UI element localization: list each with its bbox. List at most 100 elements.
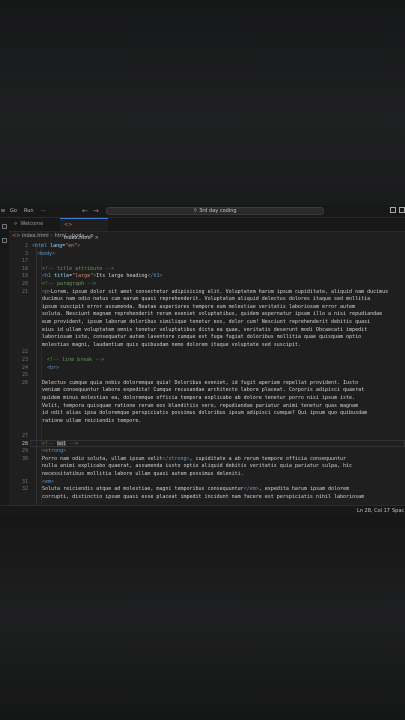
- layout-toggle-icon[interactable]: [390, 207, 396, 213]
- code-token: eum provident, ipsum laborum doloribus s…: [42, 319, 371, 325]
- code-line: <html lang="en">: [32, 243, 80, 250]
- code-token: title: [54, 273, 70, 280]
- code-line: Delectus cumque quia nobis doloremque qu…: [42, 380, 358, 387]
- html5-icon: <>: [64, 222, 73, 228]
- vscode-icon: ⟡: [14, 221, 18, 227]
- line-number: 28: [21, 440, 28, 447]
- code-token: molestias magni, laudantium quis quibusd…: [42, 341, 301, 348]
- code-token: bol: [57, 440, 67, 447]
- html5-icon: <>: [12, 233, 21, 239]
- code-token: "en": [65, 243, 78, 249]
- command-center-search[interactable]: ⚲ 3rd day coding: [106, 207, 324, 215]
- code-line: Velit, tempora quisquam ratione rerum eo…: [42, 403, 358, 410]
- menu-go[interactable]: Go: [10, 208, 17, 214]
- line-number: 30: [21, 455, 28, 462]
- code-line: <strong>: [42, 448, 66, 455]
- code-token: <!-- paragraph -->: [42, 281, 97, 287]
- chevron-right-icon: ›: [68, 233, 71, 239]
- code-token: eius id ullam voluptatem omnis tenetur v…: [42, 326, 368, 333]
- code-line: molestias magni, laudantium quis quibusd…: [42, 342, 301, 349]
- code-token: necessitatibus mollitia labore ullam qua…: [42, 471, 244, 477]
- forward-arrow-icon[interactable]: →: [93, 207, 99, 215]
- line-number: 3: [24, 250, 28, 257]
- line-number: 31: [21, 478, 28, 485]
- code-token: <!--: [42, 440, 58, 447]
- back-arrow-icon[interactable]: ←: [82, 207, 88, 215]
- code-token: lang: [50, 243, 63, 249]
- code-line: <em>: [42, 479, 54, 486]
- search-icon: ⚲: [193, 208, 198, 214]
- code-token: Porro nam odio soluta, ullam ipsum velit: [42, 455, 163, 462]
- code-line: ipsum suscipit error assumenda. Beatae a…: [42, 304, 355, 311]
- line-number: 18: [21, 265, 28, 272]
- code-line: <!-- paragraph -->: [42, 281, 96, 288]
- line-number: 29: [21, 448, 28, 455]
- code-line: ducimus nam odio natus cum earum quasi r…: [42, 296, 370, 303]
- breadcrumb: <> index.html › html › body › p: [12, 233, 94, 241]
- line-number: 17: [21, 258, 28, 265]
- code-token: strong: [45, 448, 64, 455]
- code-line: eum provident, ipsum laborum doloribus s…: [42, 319, 370, 326]
- menu-run[interactable]: Run: [24, 208, 34, 214]
- line-number: 25: [21, 372, 28, 379]
- line-number: 20: [21, 281, 28, 287]
- tab-label: Welcome: [20, 221, 44, 227]
- breadcrumb-item[interactable]: p: [90, 233, 93, 239]
- code-token: >: [159, 273, 163, 280]
- code-token: -->: [66, 440, 79, 447]
- tab-index-html[interactable]: <>index.html ×: [60, 218, 108, 241]
- code-line: <p>Lorem, ipsum dolor sit amet consectet…: [42, 289, 388, 296]
- code-line: laboriosam iste, consequatur autem laven…: [42, 334, 361, 341]
- panel-toggle-icon[interactable]: [399, 207, 405, 213]
- code-line: Porro nam odio soluta, ullam ipsum velit…: [42, 456, 346, 463]
- breadcrumb-item[interactable]: body: [72, 233, 84, 239]
- code-token: ratione ullam reiciendis tempore.: [42, 417, 142, 424]
- breadcrumb-item[interactable]: index.html: [22, 233, 49, 239]
- code-token: corrupti, distinctio ipsum quasi esse pl…: [42, 493, 365, 500]
- cursor-position[interactable]: Ln 28, Col 17: [357, 508, 390, 514]
- explorer-icon[interactable]: [2, 224, 7, 229]
- code-token: veniam consequuntur labore expedita! Cum…: [42, 387, 365, 394]
- close-icon[interactable]: ×: [95, 235, 99, 241]
- code-token: >: [56, 364, 60, 371]
- code-token: Velit, tempora quisquam ratione rerum eo…: [42, 402, 359, 409]
- code-token: quidem minus molestias ea, doloremque of…: [42, 395, 356, 401]
- code-token: <!-- title attribute -->: [42, 265, 115, 272]
- code-token: >: [52, 250, 56, 257]
- code-token: laboriosam iste, consequatur autem laven…: [42, 334, 362, 341]
- indent-guide: [36, 243, 37, 505]
- code-token: soluta. Nesciunt magnam reprehenderit re…: [42, 311, 383, 318]
- code-token: html: [35, 243, 48, 249]
- tab-bar: ⟡ Welcome <>index.html ×: [0, 218, 405, 241]
- code-token: Soluta reiciendis atque ad molestiae, ma…: [42, 486, 244, 493]
- code-line: veniam consequuntur labore expedita! Cum…: [42, 387, 364, 394]
- menu-window[interactable]: w: [1, 208, 5, 214]
- status-bar: Ln 28, Col 17 Spac: [0, 505, 405, 515]
- chevron-right-icon: ›: [50, 233, 53, 239]
- code-token: "large": [72, 273, 94, 280]
- code-token: body: [40, 250, 53, 257]
- code-token: ipsum suscipit error assumenda. Beatae a…: [42, 303, 356, 310]
- breadcrumb-item[interactable]: html: [55, 233, 66, 239]
- code-editor[interactable]: 2 <html lang="en"> 3 <body> 17 18 <!-- title a…: [0, 243, 405, 505]
- code-line: <!-- title attribute -->: [42, 266, 114, 273]
- code-line: id odit alias ipsa doloremque perspiciat…: [42, 410, 367, 417]
- line-number: 24: [21, 364, 28, 371]
- code-line: quidem minus molestias ea, doloremque of…: [42, 395, 355, 402]
- line-number: 2: [24, 243, 28, 249]
- code-token: id odit alias ipsa doloremque perspiciat…: [42, 410, 368, 417]
- code-line: <br>: [47, 365, 59, 372]
- chevron-right-icon: ›: [86, 233, 89, 239]
- code-line: soluta. Nesciunt magnam reprehenderit re…: [42, 311, 382, 318]
- code-token: >: [77, 243, 81, 249]
- command-center-label: 3rd day coding: [199, 208, 237, 214]
- video-background-top: [0, 0, 405, 205]
- indentation-setting[interactable]: Spac: [392, 508, 404, 514]
- code-token: >: [63, 448, 67, 455]
- tab-welcome[interactable]: ⟡ Welcome: [10, 218, 60, 231]
- title-bar: w Go Run ··· ← → ⚲ 3rd day coding: [0, 205, 405, 218]
- menu-more[interactable]: ···: [41, 208, 46, 214]
- line-number: 27: [21, 433, 28, 439]
- code-token: strong: [168, 455, 187, 462]
- line-number: 26: [21, 379, 28, 386]
